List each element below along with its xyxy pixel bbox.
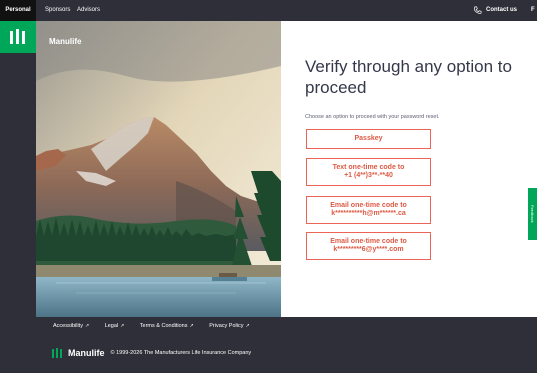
email-code-button-2-label: Email one-time code to	[330, 238, 407, 245]
terms-link[interactable]: Terms & Conditions ↗	[140, 323, 194, 329]
tab-advisors[interactable]: Advisors	[77, 0, 100, 21]
footer-brand-name: Manulife	[68, 348, 105, 358]
footer-brand: Manulife © 1999-2026 The Manufacturers L…	[52, 348, 251, 358]
page-title: Verify through any option to proceed	[305, 57, 512, 97]
terms-link-label: Terms & Conditions	[139, 323, 188, 329]
text-code-button[interactable]: Text one-time code to +1 (4**)3**-**40	[306, 158, 431, 186]
page-subtitle: Choose an option to proceed with your pa…	[305, 114, 440, 120]
text-code-button-label: Text one-time code to	[332, 164, 405, 171]
hero-image	[36, 21, 281, 317]
left-rail	[0, 21, 36, 373]
external-link-icon: ↗	[84, 323, 90, 329]
passkey-button[interactable]: Passkey	[306, 129, 431, 149]
nav-item-truncated[interactable]: F	[531, 0, 535, 21]
privacy-link[interactable]: Privacy Policy ↗	[209, 323, 249, 329]
email-code-button-2[interactable]: Email one-time code to k*********6@y****…	[306, 232, 431, 260]
external-link-icon: ↗	[189, 323, 194, 329]
accessibility-link-label: Accessibility	[53, 323, 83, 329]
footer-links: Accessibility ↗ Legal ↗ Terms & Conditions…	[53, 323, 264, 329]
footer: Accessibility ↗ Legal ↗ Terms & Conditions…	[36, 317, 537, 373]
legal-link[interactable]: Legal ↗	[105, 323, 125, 329]
passkey-button-label: Passkey	[354, 135, 383, 142]
page: Personal Sponsors Advisors Contact us F	[0, 0, 537, 373]
feedback-tab[interactable]: Feedback	[528, 188, 537, 240]
privacy-link-label: Privacy Policy	[209, 323, 244, 329]
copyright-text: © 1999-2026 The Manufacturers Life Insur…	[110, 350, 252, 356]
tab-sponsors[interactable]: Sponsors	[45, 0, 70, 21]
hero-brand-name: Manulife	[49, 37, 82, 46]
tab-personal[interactable]: Personal	[0, 0, 36, 21]
email-code-button-1[interactable]: Email one-time code to k**********h@m***…	[306, 196, 431, 224]
email-code-button-1-address: k**********h@m******.ca	[331, 210, 406, 217]
email-code-button-2-address: k*********6@y****.com	[333, 246, 404, 253]
manulife-logo-icon	[10, 29, 25, 44]
manulife-footer-logo-icon	[52, 348, 62, 358]
accessibility-link[interactable]: Accessibility ↗	[53, 323, 89, 329]
external-link-icon: ↗	[120, 323, 125, 329]
manulife-logo[interactable]	[0, 21, 36, 53]
contact-us-link[interactable]: Contact us	[486, 0, 517, 21]
legal-link-label: Legal	[104, 323, 119, 329]
email-code-button-1-label: Email one-time code to	[330, 202, 407, 209]
text-code-phone-number: +1 (4**)3**-**40	[344, 172, 393, 179]
phone-icon	[473, 6, 482, 14]
external-link-icon: ↗	[245, 323, 250, 329]
top-nav: Personal Sponsors Advisors Contact us F	[0, 0, 537, 21]
